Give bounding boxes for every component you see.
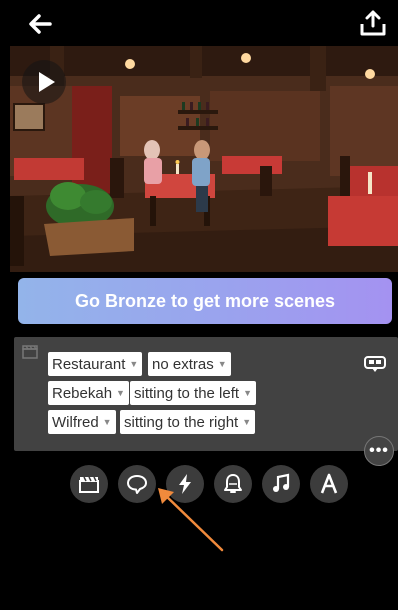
- character-2-dropdown[interactable]: Wilfred ▼: [48, 410, 116, 434]
- location-dropdown[interactable]: Restaurant ▼: [48, 352, 143, 376]
- location-value: Restaurant: [52, 356, 126, 373]
- music-tool-button[interactable]: [262, 465, 300, 503]
- music-note-icon: [273, 473, 290, 492]
- caret-down-icon: ▼: [243, 388, 252, 398]
- caret-down-icon: ▼: [116, 388, 125, 398]
- character-2-position: sitting to the right: [124, 414, 239, 431]
- speech-bubble-icon: [127, 475, 147, 494]
- play-button[interactable]: [22, 60, 66, 104]
- character-2-name: Wilfred: [52, 414, 99, 431]
- play-icon: [39, 72, 55, 92]
- clapperboard-icon: [22, 345, 38, 359]
- scene-tool-button[interactable]: [70, 465, 108, 503]
- scene-preview[interactable]: [10, 46, 398, 272]
- extras-dropdown[interactable]: no extras ▼: [148, 352, 231, 376]
- caret-down-icon: ▼: [129, 359, 139, 369]
- go-bronze-label: Go Bronze to get more scenes: [74, 290, 336, 311]
- upload-icon: [360, 10, 386, 36]
- back-button[interactable]: [26, 10, 54, 38]
- character-1-position-dropdown[interactable]: sitting to the left ▼: [130, 381, 256, 405]
- character-1-position: sitting to the left: [134, 385, 240, 402]
- text-a-icon: [320, 473, 338, 494]
- character-2-position-dropdown[interactable]: sitting to the right ▼: [120, 410, 256, 434]
- restaurant-scene-image: [10, 46, 398, 272]
- vr-headset-icon[interactable]: [364, 355, 386, 373]
- extras-value: no extras: [152, 356, 214, 373]
- caret-down-icon: ▼: [217, 359, 227, 369]
- go-bronze-button[interactable]: Go Bronze to get more scenes: [18, 278, 392, 324]
- share-button[interactable]: [358, 8, 388, 38]
- caret-down-icon: ▼: [242, 417, 252, 427]
- character-1-dropdown[interactable]: Rebekah ▼: [48, 381, 129, 405]
- more-options-button[interactable]: •••: [364, 436, 394, 466]
- character-1-name: Rebekah: [52, 385, 113, 402]
- clapperboard-icon: [79, 476, 99, 493]
- top-bar: [10, 0, 398, 46]
- caret-down-icon: ▼: [102, 417, 112, 427]
- annotation-arrow-icon: [158, 488, 224, 552]
- app-screen: Go Bronze to get more scenes Restaurant ▼…: [10, 0, 398, 610]
- more-options-icon: •••: [369, 442, 389, 459]
- back-arrow-icon: [29, 14, 52, 34]
- text-tool-button[interactable]: [310, 465, 348, 503]
